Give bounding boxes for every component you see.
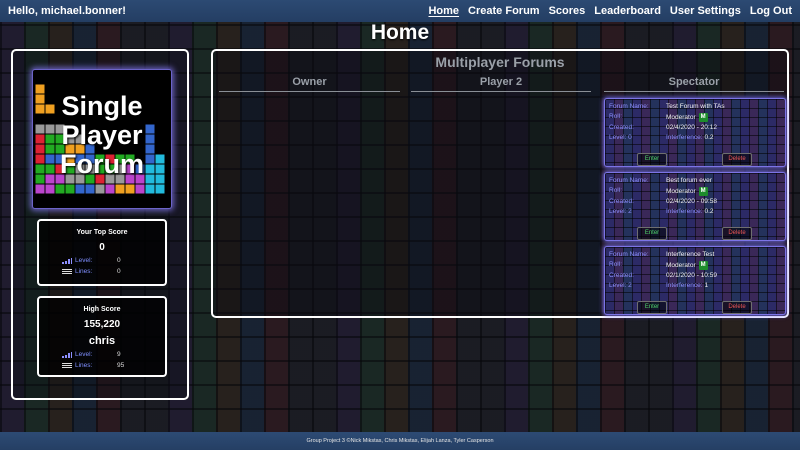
roll-label: Roll: xyxy=(609,261,623,268)
logo-line-single: Single xyxy=(61,91,143,121)
high-score-level-row: Level: 9 xyxy=(62,351,142,358)
interference-label: Interference: xyxy=(666,134,703,141)
greeting-text: Hello, michael.bonner! xyxy=(8,5,126,17)
high-score-value: 155,220 xyxy=(83,319,121,330)
moderator-badge: M xyxy=(698,261,708,270)
forum-name-row: Forum Name: Test Forum with TAs xyxy=(609,103,725,110)
forum-card: Forum Name: Best forum ever Roll: Modera… xyxy=(604,172,786,241)
high-score-player: chris xyxy=(88,335,116,347)
owner-column-header: Owner xyxy=(219,76,400,92)
roll-value: Moderator M xyxy=(666,113,708,122)
lines-value: 95 xyxy=(117,362,125,369)
delete-button[interactable]: Delete xyxy=(722,227,752,240)
multiplayer-forums-panel: Multiplayer Forums Owner Player 2 Specta… xyxy=(211,49,789,318)
spectator-column-header: Spectator xyxy=(604,76,784,92)
forum-level-row: Level: 2 Interference: 1 xyxy=(609,282,708,289)
interference-value: 0.2 xyxy=(704,134,714,141)
interference-value: 1 xyxy=(704,282,709,289)
level-value: 9 xyxy=(117,351,121,358)
level-value: 0 xyxy=(117,257,121,264)
high-score-card: High Score 155,220 chris Level: 9 Lines:… xyxy=(37,296,167,377)
forum-roll-row: Roll: Moderator M xyxy=(609,261,708,270)
roll-text: Moderator xyxy=(666,188,696,195)
level-label: Level: 2 xyxy=(609,208,632,215)
enter-button[interactable]: Enter xyxy=(637,153,667,166)
roll-value: Moderator M xyxy=(666,187,708,196)
enter-button[interactable]: Enter xyxy=(637,227,667,240)
nav-user-settings-link[interactable]: User Settings xyxy=(670,5,741,17)
forum-created-row: Created: 02/4/2020 - 20:12 xyxy=(609,124,717,131)
lines-icon xyxy=(62,362,72,368)
delete-button[interactable]: Delete xyxy=(722,153,752,166)
top-score-value: 0 xyxy=(99,242,105,253)
level-label: Level: 0 xyxy=(609,134,632,141)
top-score-card: Your Top Score 0 Level: 0 Lines: 0 xyxy=(37,219,167,286)
lines-icon xyxy=(62,268,72,274)
nav-create-forum-link[interactable]: Create Forum xyxy=(468,5,540,17)
created-label: Created: xyxy=(609,124,634,131)
logo-line-forum: Forum xyxy=(60,149,144,179)
forum-created-row: Created: 02/4/2020 - 09:58 xyxy=(609,198,717,205)
logo-line-player: Player xyxy=(61,120,143,150)
forum-level-row: Level: 2 Interference: 0.2 xyxy=(609,208,714,215)
forum-created-row: Created: 02/1/2020 - 10:59 xyxy=(609,272,717,279)
single-player-forum-title: Single Player Forum xyxy=(33,92,171,179)
forum-name-label: Forum Name: xyxy=(609,103,649,110)
forum-roll-row: Roll: Moderator M xyxy=(609,187,708,196)
created-label: Created: xyxy=(609,198,634,205)
forum-name-value: Test Forum with TAs xyxy=(666,103,725,110)
created-value: 02/1/2020 - 10:59 xyxy=(666,272,717,279)
interference-label: Interference: xyxy=(666,208,703,215)
top-score-lines-row: Lines: 0 xyxy=(62,268,142,275)
forum-name-row: Forum Name: Best forum ever xyxy=(609,177,712,184)
delete-button[interactable]: Delete xyxy=(722,301,752,314)
nav-leaderboard-link[interactable]: Leaderboard xyxy=(594,5,661,17)
forum-card: Forum Name: Test Forum with TAs Roll: Mo… xyxy=(604,98,786,167)
page-title: Home xyxy=(370,21,430,44)
multiplayer-forums-title: Multiplayer Forums xyxy=(435,54,565,70)
created-label: Created: xyxy=(609,272,634,279)
nav-home-link[interactable]: Home xyxy=(428,5,459,17)
lines-value: 0 xyxy=(117,268,121,275)
player2-column-header: Player 2 xyxy=(411,76,591,92)
roll-text: Moderator xyxy=(666,262,696,269)
forum-name-row: Forum Name: Interference Test xyxy=(609,251,714,258)
interference-label: Interference: xyxy=(666,282,703,289)
level-icon xyxy=(62,351,72,358)
high-score-title: High Score xyxy=(83,306,121,313)
navbar: Hello, michael.bonner! Home Create Forum… xyxy=(0,0,800,22)
left-panel: Single Player Forum Your Top Score 0 Lev… xyxy=(11,49,189,400)
top-score-title: Your Top Score xyxy=(76,229,128,236)
footer: Group Project 3 ©Nick Mikstas, Chris Mik… xyxy=(0,432,800,450)
roll-value: Moderator M xyxy=(666,261,708,270)
roll-label: Roll: xyxy=(609,187,623,194)
moderator-badge: M xyxy=(698,187,708,196)
created-value: 02/4/2020 - 09:58 xyxy=(666,198,717,205)
interference-value: 0.2 xyxy=(704,208,714,215)
roll-label: Roll: xyxy=(609,113,623,120)
created-value: 02/4/2020 - 20:12 xyxy=(666,124,717,131)
enter-button[interactable]: Enter xyxy=(637,301,667,314)
lines-label: Lines: xyxy=(75,268,93,275)
forum-level-row: Level: 0 Interference: 0.2 xyxy=(609,134,714,141)
forum-card: Forum Name: Interference Test Roll: Mode… xyxy=(604,246,786,315)
nav-links: Home Create Forum Scores Leaderboard Use… xyxy=(428,5,792,17)
forum-name-label: Forum Name: xyxy=(609,177,649,184)
forum-name-value: Interference Test xyxy=(666,251,715,258)
level-icon xyxy=(62,257,72,264)
level-label: Level: 2 xyxy=(609,282,632,289)
level-label: Level: xyxy=(75,257,93,264)
lines-label: Lines: xyxy=(75,362,93,369)
forum-roll-row: Roll: Moderator M xyxy=(609,113,708,122)
moderator-badge: M xyxy=(698,113,708,122)
forum-name-label: Forum Name: xyxy=(609,251,649,258)
forum-name-value: Best forum ever xyxy=(666,177,712,184)
nav-scores-link[interactable]: Scores xyxy=(549,5,586,17)
level-label: Level: xyxy=(75,351,93,358)
roll-text: Moderator xyxy=(666,114,696,121)
single-player-forum-button[interactable]: Single Player Forum xyxy=(32,69,172,209)
top-score-level-row: Level: 0 xyxy=(62,257,142,264)
nav-log-out-link[interactable]: Log Out xyxy=(750,5,792,17)
high-score-lines-row: Lines: 95 xyxy=(62,362,142,369)
